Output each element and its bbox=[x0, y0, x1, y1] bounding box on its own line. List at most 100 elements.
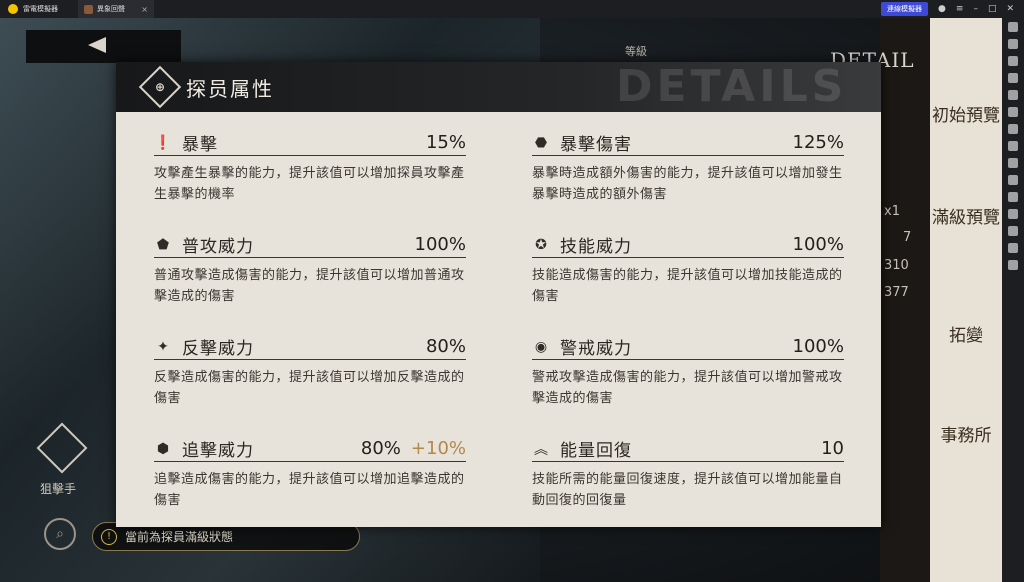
crit-damage-icon: ⬣ bbox=[534, 134, 548, 151]
energy-regen-icon: ︽ bbox=[534, 441, 548, 458]
stat-name: 能量回復 bbox=[560, 441, 632, 461]
stat-counter-power: ✦ 反擊威力 80% 反擊造成傷害的能力，提升該值可以增加反擊造成的傷害 bbox=[154, 336, 466, 409]
stat-description: 警戒攻擊造成傷害的能力，提升該值可以增加警戒攻擊造成的傷害 bbox=[532, 370, 843, 406]
stat-name: 追擊威力 bbox=[182, 441, 254, 461]
stat-name: 普攻威力 bbox=[182, 237, 254, 257]
attributes-emblem-icon: ⊕ bbox=[138, 65, 182, 109]
modal-header: ⊕ 探员属性 DETAILS bbox=[116, 62, 881, 112]
stat-header: ◉ 警戒威力 100% bbox=[532, 336, 844, 360]
game-viewport: 初始預覽 滿級預覽 拓變 事務所 x1 7 310 377 等級 DETAIL … bbox=[0, 18, 1002, 582]
scissors-icon[interactable] bbox=[1008, 158, 1018, 168]
stat-bonus: +10% bbox=[410, 438, 466, 459]
stat-energy-regen: ︽ 能量回復 10 技能所需的能量回復速度，提升該值可以增加能量自動回復的回復量 bbox=[532, 438, 844, 511]
agency-button[interactable]: 事務所 bbox=[930, 426, 1002, 447]
game-tab-icon bbox=[84, 4, 93, 14]
stat-name: 暴擊 bbox=[182, 135, 218, 155]
skill-power-icon: ✪ bbox=[535, 236, 547, 253]
menu-icon[interactable]: ≡ bbox=[956, 4, 964, 14]
connect-emulator-button[interactable]: 連線模擬器 bbox=[881, 2, 929, 16]
emulator-app-label[interactable]: 雷電模擬器 bbox=[0, 0, 78, 18]
volume-up-icon[interactable] bbox=[1008, 56, 1018, 66]
stat-name: 暴擊傷害 bbox=[560, 135, 632, 155]
pursuit-power-icon: ⬢ bbox=[156, 440, 170, 457]
stat-name: 反擊威力 bbox=[182, 339, 254, 359]
stat-value: 100% bbox=[792, 234, 844, 255]
stat-value: 15% bbox=[425, 132, 466, 153]
stat-crit-damage: ⬣ 暴擊傷害 125% 暴擊時造成額外傷害的能力，提升該值可以增加發生暴擊時造成… bbox=[532, 132, 844, 205]
background-stat: 310 bbox=[884, 258, 909, 273]
settings-icon[interactable] bbox=[1008, 22, 1018, 32]
stat-value: 80% bbox=[425, 336, 466, 357]
stat-header: ︽ 能量回復 10 bbox=[532, 438, 844, 462]
header-watermark: DETAILS bbox=[616, 61, 848, 112]
stat-header: ⬟ 普攻威力 100% bbox=[154, 234, 466, 258]
background-stat: 377 bbox=[884, 285, 909, 300]
macro-icon[interactable] bbox=[1008, 209, 1018, 219]
titlebar-controls: 連線模擬器 ● ≡ – □ ✕ bbox=[881, 2, 1024, 16]
game-tab-title: 異象回聲 bbox=[97, 5, 125, 13]
stat-crit: ❗ 暴擊 15% 攻擊產生暴擊的能力，提升該值可以增加探員攻擊產生暴擊的機率 bbox=[154, 132, 466, 205]
stat-header: ✪ 技能威力 100% bbox=[532, 234, 844, 258]
maximize-icon[interactable]: □ bbox=[988, 4, 997, 14]
stat-value: 125% bbox=[792, 132, 844, 153]
counter-power-icon: ✦ bbox=[157, 338, 169, 355]
background-stat: 7 bbox=[903, 230, 912, 245]
multi-instance-icon[interactable] bbox=[1008, 141, 1018, 151]
alert-power-icon: ◉ bbox=[534, 338, 548, 355]
status-text: 當前為探員滿級狀態 bbox=[125, 530, 234, 544]
stat-value: 80% bbox=[360, 438, 401, 459]
stat-description: 暴擊時造成額外傷害的能力，提升該值可以增加發生暴擊時造成的額外傷害 bbox=[532, 166, 843, 202]
more-icon[interactable] bbox=[1008, 260, 1018, 270]
agent-attributes-modal: ⊕ 探员属性 DETAILS ❗ 暴擊 15% 攻擊產生暴擊的能力，提升該值可以… bbox=[116, 62, 881, 527]
stat-attack-power: ⬟ 普攻威力 100% 普通攻擊造成傷害的能力，提升該值可以增加普通攻擊造成的傷… bbox=[154, 234, 466, 307]
stat-name: 技能威力 bbox=[560, 237, 632, 257]
game-tab[interactable]: 異象回聲 × bbox=[78, 0, 154, 18]
zoom-button[interactable]: ⌕ bbox=[44, 518, 76, 550]
apk-icon[interactable] bbox=[1008, 124, 1018, 134]
back-arrow-icon bbox=[88, 37, 106, 53]
fullscreen-icon[interactable] bbox=[1008, 90, 1018, 100]
stat-description: 攻擊產生暴擊的能力，提升該值可以增加探員攻擊產生暴擊的機率 bbox=[154, 166, 465, 202]
warning-icon: ! bbox=[101, 528, 117, 545]
stat-description: 普通攻擊造成傷害的能力，提升該值可以增加普通攻擊造成的傷害 bbox=[154, 268, 465, 304]
emulator-logo-icon bbox=[8, 4, 18, 14]
tab-close-icon[interactable]: × bbox=[141, 5, 148, 14]
screenshot-icon[interactable] bbox=[1008, 107, 1018, 117]
modal-title: 探员属性 bbox=[186, 77, 274, 101]
record-icon[interactable] bbox=[1008, 175, 1018, 185]
initial-preview-button[interactable]: 初始預覽 bbox=[930, 106, 1002, 127]
account-icon[interactable]: ● bbox=[938, 4, 946, 14]
stat-value: 10 bbox=[821, 438, 844, 459]
stat-name: 警戒威力 bbox=[560, 339, 632, 359]
close-window-icon[interactable]: ✕ bbox=[1006, 4, 1014, 14]
stat-header: ❗ 暴擊 15% bbox=[154, 132, 466, 156]
stat-header: ⬢ 追擊威力 80% +10% bbox=[154, 438, 466, 462]
level-label: 等級 bbox=[625, 45, 647, 58]
stat-header: ⬣ 暴擊傷害 125% bbox=[532, 132, 844, 156]
stat-skill-power: ✪ 技能威力 100% 技能造成傷害的能力，提升該值可以增加技能造成的傷害 bbox=[532, 234, 844, 307]
emulator-side-toolbar bbox=[1002, 18, 1024, 582]
side-menu-strip bbox=[930, 18, 1002, 582]
class-label: 狙擊手 bbox=[40, 482, 77, 496]
folder-icon[interactable] bbox=[1008, 226, 1018, 236]
location-icon[interactable] bbox=[1008, 243, 1018, 253]
stat-description: 技能所需的能量回復速度，提升該值可以增加能量自動回復的回復量 bbox=[532, 472, 843, 508]
minimize-icon[interactable]: – bbox=[973, 4, 978, 14]
stat-description: 反擊造成傷害的能力，提升該值可以增加反擊造成的傷害 bbox=[154, 370, 465, 406]
keyboard-icon[interactable] bbox=[1008, 39, 1018, 49]
emulator-titlebar: 雷電模擬器 異象回聲 × 連線模擬器 ● ≡ – □ ✕ bbox=[0, 0, 1024, 18]
max-level-preview-button[interactable]: 滿級預覽 bbox=[930, 208, 1002, 229]
stat-value: 100% bbox=[414, 234, 466, 255]
volume-down-icon[interactable] bbox=[1008, 73, 1018, 83]
stat-header: ✦ 反擊威力 80% bbox=[154, 336, 466, 360]
background-stat: x1 bbox=[884, 204, 900, 219]
attack-power-icon: ⬟ bbox=[156, 236, 170, 253]
exclamation-icon: ❗ bbox=[154, 134, 172, 151]
stat-description: 技能造成傷害的能力，提升該值可以增加技能造成的傷害 bbox=[532, 268, 843, 304]
sync-icon[interactable] bbox=[1008, 192, 1018, 202]
stat-value: 100% bbox=[792, 336, 844, 357]
transform-button[interactable]: 拓變 bbox=[930, 326, 1002, 347]
stat-description: 追擊造成傷害的能力，提升該值可以增加追擊造成的傷害 bbox=[154, 472, 465, 508]
emulator-app-name: 雷電模擬器 bbox=[23, 5, 58, 13]
stat-pursuit-power: ⬢ 追擊威力 80% +10% 追擊造成傷害的能力，提升該值可以增加追擊造成的傷… bbox=[154, 438, 466, 511]
